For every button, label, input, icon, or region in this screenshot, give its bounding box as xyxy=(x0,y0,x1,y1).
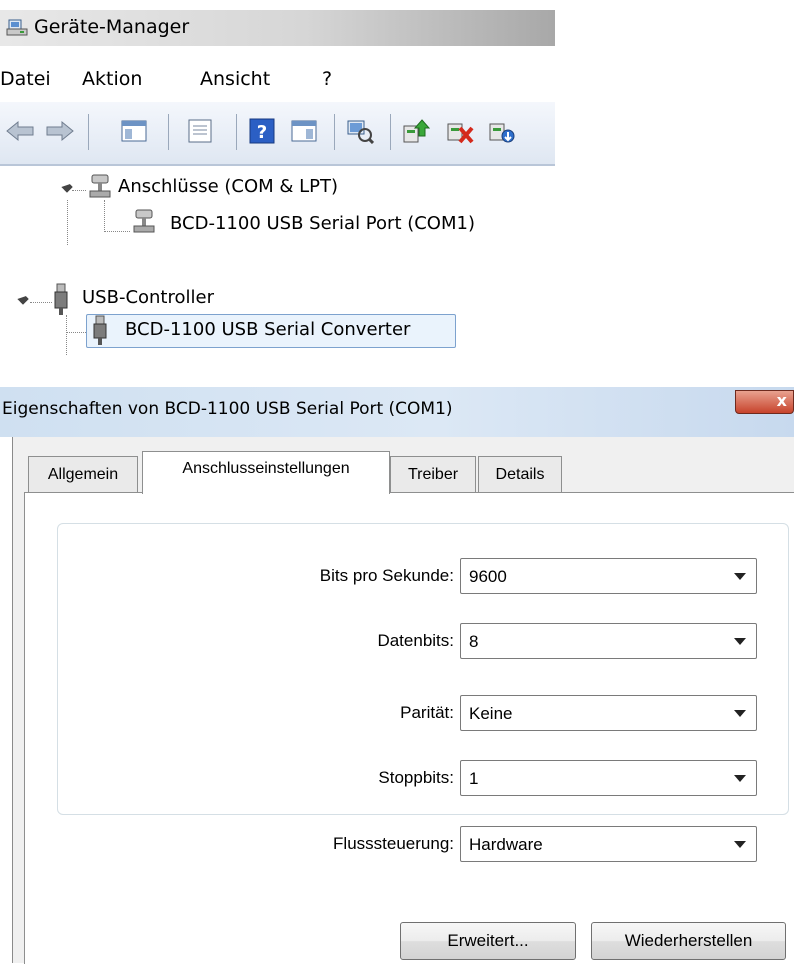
help-icon[interactable]: ? xyxy=(246,115,278,147)
toolbar-separator xyxy=(168,114,169,150)
device-manager-titlebar: Geräte-Manager xyxy=(0,10,555,46)
tree-item-usb-controller[interactable]: USB-Controller xyxy=(82,287,214,308)
scan-hardware-icon[interactable] xyxy=(344,115,376,147)
databits-select[interactable]: 8 xyxy=(460,623,757,659)
menu-datei[interactable]: Datei xyxy=(0,68,51,90)
tree-connector xyxy=(30,302,52,303)
tree-connector xyxy=(104,231,130,232)
show-hide-console-tree-icon[interactable] xyxy=(118,115,150,147)
update-driver-icon[interactable] xyxy=(400,115,432,147)
tree-item-ports[interactable]: Anschlüsse (COM & LPT) xyxy=(118,176,338,197)
tree-connector xyxy=(66,332,88,333)
baud-select[interactable]: 9600 xyxy=(460,558,757,594)
dialog-title: Eigenschaften von BCD-1100 USB Serial Po… xyxy=(2,399,453,419)
parity-value: Keine xyxy=(469,704,513,723)
databits-label: Datenbits: xyxy=(377,631,454,650)
expand-arrow-icon[interactable] xyxy=(17,293,29,305)
chevron-down-icon xyxy=(734,841,746,848)
dialog-titlebar: Eigenschaften von BCD-1100 USB Serial Po… xyxy=(0,387,794,437)
menu-aktion[interactable]: Aktion xyxy=(82,68,142,90)
tab-details[interactable]: Details xyxy=(478,456,562,493)
enable-device-icon[interactable] xyxy=(486,115,518,147)
menu-bar: Datei Aktion Ansicht ? xyxy=(0,58,555,102)
action-pane-icon[interactable] xyxy=(288,115,320,147)
tree-connector xyxy=(104,200,105,232)
window-title: Geräte-Manager xyxy=(34,16,190,38)
chevron-down-icon xyxy=(734,638,746,645)
tab-treiber[interactable]: Treiber xyxy=(390,456,476,493)
restore-defaults-button[interactable]: Wiederherstellen xyxy=(591,922,786,960)
tree-item-serial-port[interactable]: BCD-1100 USB Serial Port (COM1) xyxy=(170,213,475,234)
menu-help[interactable]: ? xyxy=(322,68,332,90)
toolbar: ? xyxy=(0,102,555,166)
chevron-down-icon xyxy=(734,573,746,580)
uninstall-device-icon[interactable] xyxy=(444,115,476,147)
back-icon[interactable] xyxy=(4,115,36,147)
toolbar-separator xyxy=(390,114,391,150)
baud-label: Bits pro Sekunde: xyxy=(319,566,454,585)
serial-port-icon xyxy=(86,173,114,203)
tree-connector xyxy=(72,190,86,191)
forward-icon[interactable] xyxy=(44,115,76,147)
chevron-down-icon xyxy=(734,710,746,717)
advanced-button[interactable]: Erweitert... xyxy=(400,922,576,960)
flow-label: Flusssteuerung: xyxy=(333,834,454,853)
tab-allgemein[interactable]: Allgemein xyxy=(28,456,138,493)
svg-text:?: ? xyxy=(257,122,267,143)
serial-port-icon xyxy=(130,208,158,238)
tree-connector xyxy=(67,200,68,245)
flow-value: Hardware xyxy=(469,835,543,854)
toolbar-separator xyxy=(334,114,335,150)
device-manager-icon xyxy=(6,18,28,38)
expand-arrow-icon[interactable] xyxy=(61,181,73,193)
properties-icon[interactable] xyxy=(184,115,216,147)
close-button[interactable]: x xyxy=(735,390,794,414)
flow-select[interactable]: Hardware xyxy=(460,826,757,862)
parity-select[interactable]: Keine xyxy=(460,695,757,731)
chevron-down-icon xyxy=(734,775,746,782)
tree-connector xyxy=(66,315,67,355)
toolbar-separator xyxy=(88,114,89,150)
parity-label: Parität: xyxy=(400,703,454,722)
tree-item-usb-converter[interactable]: BCD-1100 USB Serial Converter xyxy=(86,314,456,348)
stopbits-label: Stoppbits: xyxy=(378,768,454,787)
stopbits-value: 1 xyxy=(469,769,479,788)
usb-icon xyxy=(52,283,70,321)
usb-icon xyxy=(91,315,109,351)
baud-value: 9600 xyxy=(469,567,507,586)
toolbar-separator xyxy=(236,114,237,150)
tree-item-usb-converter-label: BCD-1100 USB Serial Converter xyxy=(125,319,411,340)
tab-anschlusseinstellungen[interactable]: Anschlusseinstellungen xyxy=(142,451,390,494)
menu-ansicht[interactable]: Ansicht xyxy=(200,68,270,90)
stopbits-select[interactable]: 1 xyxy=(460,760,757,796)
databits-value: 8 xyxy=(469,632,479,651)
